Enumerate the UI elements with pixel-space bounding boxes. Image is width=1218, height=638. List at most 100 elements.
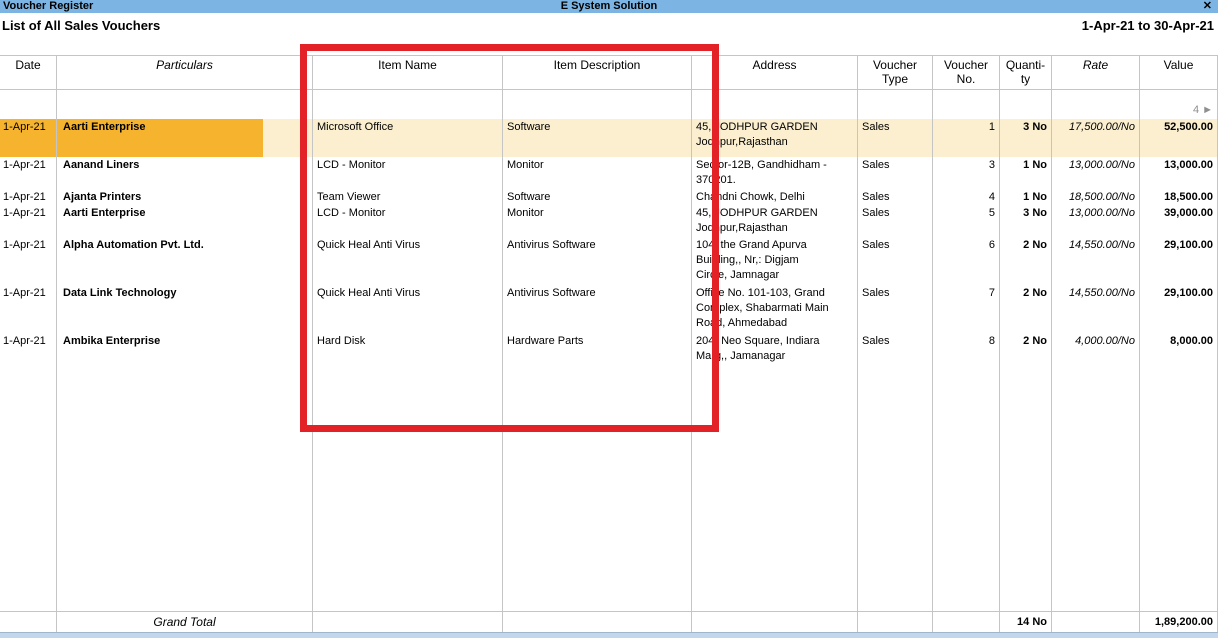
cell-voucher_type: Sales [858, 189, 933, 205]
cell-voucher_no: 7 [933, 285, 1000, 333]
cell-voucher_no: 4 [933, 189, 1000, 205]
cell-address: 204- Neo Square, Indiara Marg,, Jamanaga… [692, 333, 858, 365]
cell-rate: 14,550.00/No [1052, 285, 1140, 333]
cell-quantity: 3 No [1000, 205, 1052, 237]
cell-value: 18,500.00 [1140, 189, 1218, 205]
header-item-description: Item Description [503, 56, 692, 89]
header-date: Date [0, 56, 57, 89]
cell-value: 29,100.00 [1140, 237, 1218, 285]
cell-quantity: 2 No [1000, 237, 1052, 285]
table-header-row: Date Particulars Item Name Item Descript… [0, 55, 1218, 90]
cell-rate: 13,000.00/No [1052, 205, 1140, 237]
cell-rate: 13,000.00/No [1052, 157, 1140, 189]
cell-date: 1-Apr-21 [0, 157, 57, 189]
cell-quantity: 1 No [1000, 189, 1052, 205]
cell-particulars: Aanand Liners [57, 157, 313, 189]
cell-item_description: Monitor [503, 157, 692, 189]
cell-address: 45, JODHPUR GARDEN Jodhpur,Rajasthan [692, 119, 858, 157]
cell-particulars: Alpha Automation Pvt. Ltd. [57, 237, 313, 285]
cell-voucher_type: Sales [858, 119, 933, 157]
cell-item_name: Hard Disk [313, 333, 503, 365]
cell-particulars: Ambika Enterprise [57, 333, 313, 365]
cell-quantity: 2 No [1000, 285, 1052, 333]
cell-voucher_type: Sales [858, 157, 933, 189]
cell-item_description: Antivirus Software [503, 237, 692, 285]
cell-value: 8,000.00 [1140, 333, 1218, 365]
close-icon[interactable]: ✕ [1203, 0, 1212, 13]
grand-total-row: Grand Total 14 No 1,89,200.00 [0, 611, 1218, 633]
cell-item_description: Hardware Parts [503, 333, 692, 365]
cell-value: 13,000.00 [1140, 157, 1218, 189]
cell-item_name: Quick Heal Anti Virus [313, 285, 503, 333]
cell-value: 52,500.00 [1140, 119, 1218, 157]
cell-voucher_no: 1 [933, 119, 1000, 157]
grand-total-quantity: 14 No [1000, 612, 1052, 633]
header-value: Value [1140, 56, 1218, 89]
cell-rate: 14,550.00/No [1052, 237, 1140, 285]
header-quantity: Quanti- ty [1000, 56, 1052, 89]
cell-particulars: Ajanta Printers [57, 189, 313, 205]
table-subheader-row: 4 ► [0, 90, 1218, 119]
cell-date: 1-Apr-21 [0, 119, 57, 157]
cell-item_description: Antivirus Software [503, 285, 692, 333]
cell-item_description: Software [503, 119, 692, 157]
cell-item_name: LCD - Monitor [313, 205, 503, 237]
cell-address: 104, the Grand Apurva Building,, Nr,: Di… [692, 237, 858, 285]
cell-date: 1-Apr-21 [0, 189, 57, 205]
cell-item_name: LCD - Monitor [313, 157, 503, 189]
voucher-row[interactable]: 1-Apr-21Ajanta PrintersTeam ViewerSoftwa… [0, 189, 1218, 205]
cell-rate: 18,500.00/No [1052, 189, 1140, 205]
cell-voucher_no: 8 [933, 333, 1000, 365]
cell-address: Sector-12B, Gandhidham - 370201. [692, 157, 858, 189]
cell-quantity: 3 No [1000, 119, 1052, 157]
header-address: Address [692, 56, 858, 89]
cell-value: 29,100.00 [1140, 285, 1218, 333]
cell-quantity: 2 No [1000, 333, 1052, 365]
cell-item_description: Monitor [503, 205, 692, 237]
cell-date: 1-Apr-21 [0, 285, 57, 333]
cell-date: 1-Apr-21 [0, 205, 57, 237]
cell-voucher_type: Sales [858, 285, 933, 333]
cell-date: 1-Apr-21 [0, 237, 57, 285]
voucher-row[interactable]: 1-Apr-21Ambika EnterpriseHard DiskHardwa… [0, 333, 1218, 365]
cell-voucher_type: Sales [858, 205, 933, 237]
cell-voucher_type: Sales [858, 237, 933, 285]
vouchers-table: Date Particulars Item Name Item Descript… [0, 55, 1218, 633]
report-period: 1-Apr-21 to 30-Apr-21 [1082, 18, 1214, 33]
header-particulars: Particulars [57, 56, 313, 89]
voucher-row[interactable]: 1-Apr-21Aarti EnterpriseLCD - MonitorMon… [0, 205, 1218, 237]
cell-address: Office No. 101-103, Grand Complex, Shaba… [692, 285, 858, 333]
cell-particulars: Aarti Enterprise [57, 119, 313, 157]
cell-value: 39,000.00 [1140, 205, 1218, 237]
voucher-row[interactable]: 1-Apr-21Alpha Automation Pvt. Ltd.Quick … [0, 237, 1218, 285]
titlebar: Voucher Register E System Solution ✕ [0, 0, 1218, 13]
cell-item_name: Quick Heal Anti Virus [313, 237, 503, 285]
cell-voucher_no: 6 [933, 237, 1000, 285]
header-voucher-no: Voucher No. [933, 56, 1000, 89]
voucher-row[interactable]: 1-Apr-21Aanand LinersLCD - MonitorMonito… [0, 157, 1218, 189]
header-rate: Rate [1052, 56, 1140, 89]
cell-voucher_type: Sales [858, 333, 933, 365]
voucher-row[interactable]: 1-Apr-21Data Link TechnologyQuick Heal A… [0, 285, 1218, 333]
cell-date: 1-Apr-21 [0, 333, 57, 365]
report-header: List of All Sales Vouchers 1-Apr-21 to 3… [2, 18, 1214, 33]
cell-particulars: Aarti Enterprise [57, 205, 313, 237]
company-name: E System Solution [0, 0, 1218, 13]
cell-item_name: Microsoft Office [313, 119, 503, 157]
cell-item_description: Software [503, 189, 692, 205]
voucher-row[interactable]: 1-Apr-21Aarti EnterpriseMicrosoft Office… [0, 119, 1218, 157]
header-item-name: Item Name [313, 56, 503, 89]
report-title: List of All Sales Vouchers [2, 18, 160, 33]
more-columns-indicator[interactable]: 4 ► [1193, 103, 1213, 119]
voucher-register-window: Voucher Register E System Solution ✕ Lis… [0, 0, 1218, 638]
cell-voucher_no: 5 [933, 205, 1000, 237]
header-voucher-type: Voucher Type [858, 56, 933, 89]
cell-particulars: Data Link Technology [57, 285, 313, 333]
cell-item_name: Team Viewer [313, 189, 503, 205]
grand-total-label: Grand Total [57, 612, 313, 633]
cell-rate: 17,500.00/No [1052, 119, 1140, 157]
cell-address: Chandni Chowk, Delhi [692, 189, 858, 205]
cell-voucher_no: 3 [933, 157, 1000, 189]
cell-quantity: 1 No [1000, 157, 1052, 189]
table-filler-row [0, 365, 1218, 611]
